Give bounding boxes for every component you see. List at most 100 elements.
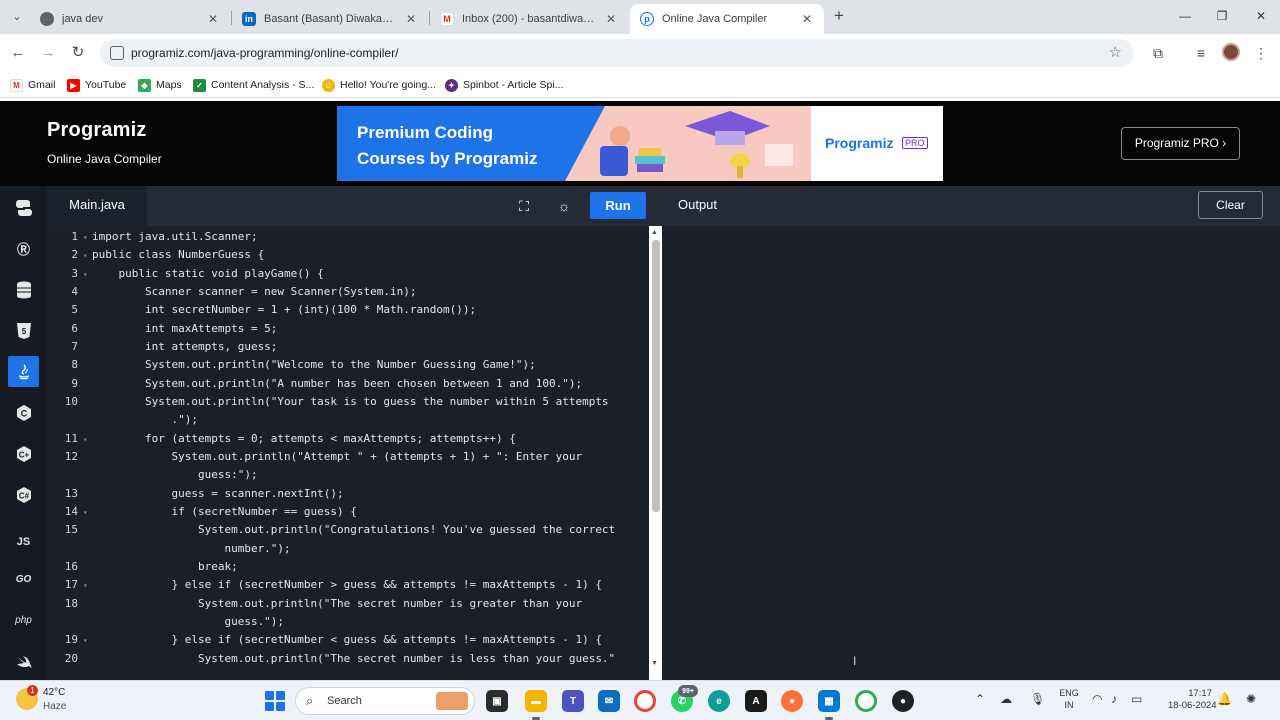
fold-arrow-icon[interactable]: ▾	[78, 229, 92, 247]
code-line[interactable]: number.");	[47, 540, 290, 558]
scroll-down-arrow-icon[interactable]: ▼	[651, 660, 658, 667]
code-text[interactable]: System.out.println("The secret number is…	[92, 652, 615, 665]
code-text[interactable]: for (attempts = 0; attempts < maxAttempt…	[92, 432, 516, 445]
javascript-icon[interactable]: JS	[8, 526, 39, 557]
code-line[interactable]: 17 ▾ } else if (secretNumber > guess && …	[47, 576, 602, 594]
reading-list-icon[interactable]: ≡	[1191, 43, 1211, 63]
chrome-profile-icon[interactable]: ●	[892, 690, 914, 712]
code-text[interactable]: int secretNumber = 1 + (int)(100 * Math.…	[92, 303, 476, 316]
tab-search-icon[interactable]: ⌄	[8, 8, 26, 26]
code-text[interactable]: break;	[92, 560, 238, 573]
code-text[interactable]: System.out.println("Attempt " + (attempt…	[92, 450, 582, 463]
c-icon[interactable]: C	[8, 397, 39, 428]
theme-toggle-icon[interactable]: ☼	[554, 196, 574, 216]
code-editor[interactable]: 1 ▾ import java.util.Scanner; 2 ▾ public cl…	[47, 226, 662, 680]
code-line[interactable]: 5 int secretNumber = 1 + (int)(100 * Mat…	[47, 301, 476, 319]
code-text[interactable]: System.out.println("The secret number is…	[92, 597, 582, 610]
code-line[interactable]: 13 guess = scanner.nextInt();	[47, 485, 344, 503]
back-icon[interactable]: ←	[8, 43, 28, 63]
code-text[interactable]: int attempts, guess;	[92, 340, 277, 353]
programiz-logo[interactable]: Programiz	[47, 119, 147, 142]
cpp-icon[interactable]: C+	[8, 438, 39, 469]
copilot-icon[interactable]: ✺	[1246, 692, 1256, 706]
reload-icon[interactable]: ↻	[68, 43, 88, 63]
code-line[interactable]: 16 break;	[47, 558, 238, 576]
forward-icon[interactable]: →	[38, 43, 58, 63]
code-line[interactable]: guess.");	[47, 613, 284, 631]
code-text[interactable]: Scanner scanner = new Scanner(System.in)…	[92, 285, 417, 298]
code-text[interactable]: System.out.println("Your task is to gues…	[92, 395, 609, 408]
tab-java-dev[interactable]: java dev ✕	[30, 4, 230, 34]
restore-icon[interactable]: ❐	[1209, 6, 1235, 26]
promo-banner[interactable]: Premium Coding Courses by Programiz Prog…	[337, 106, 943, 181]
weather-temperature[interactable]: 42°C	[43, 687, 65, 698]
code-text[interactable]: import java.util.Scanner;	[92, 230, 258, 243]
code-line[interactable]: 14 ▾ if (secretNumber == guess) {	[47, 503, 357, 521]
code-line[interactable]: 7 int attempts, guess;	[47, 338, 277, 356]
go-icon[interactable]: GO	[8, 564, 39, 595]
code-text[interactable]: System.out.println("Welcome to the Numbe…	[92, 358, 536, 371]
code-line[interactable]: 2 ▾ public class NumberGuess {	[47, 246, 264, 264]
code-line[interactable]: 11 ▾ for (attempts = 0; attempts < maxAt…	[47, 430, 516, 448]
code-line[interactable]: 3 ▾ public static void playGame() {	[47, 265, 323, 284]
microphone-icon[interactable]: 🎙	[1030, 692, 1045, 706]
sql-database-icon[interactable]	[8, 274, 39, 305]
notification-bell-icon[interactable]: 🔔	[1217, 692, 1232, 706]
code-text[interactable]: } else if (secretNumber < guess && attem…	[92, 633, 601, 646]
file-explorer-icon[interactable]: ▬	[525, 690, 547, 720]
bookmark-hello[interactable]: ☺ Hello! You're going...	[322, 76, 436, 94]
scroll-up-arrow-icon[interactable]: ▲	[651, 229, 658, 236]
site-info-icon[interactable]	[110, 46, 124, 60]
profile-avatar[interactable]	[1222, 43, 1240, 61]
swift-icon[interactable]	[8, 647, 39, 678]
code-line[interactable]: guess:");	[47, 466, 258, 484]
fold-arrow-icon[interactable]: ▾	[78, 632, 92, 650]
code-text[interactable]: System.out.println("Congratulations! You…	[92, 523, 615, 536]
language-indicator[interactable]: ENG IN	[1058, 687, 1080, 711]
code-text[interactable]: guess = scanner.nextInt();	[92, 487, 343, 500]
fold-arrow-icon[interactable]: ▾	[78, 247, 92, 265]
weather-condition[interactable]: Haze	[43, 701, 66, 712]
windows-start-icon[interactable]	[265, 691, 285, 711]
clock-time[interactable]: 17:17	[1180, 687, 1212, 700]
code-text[interactable]: if (secretNumber == guess) {	[92, 505, 356, 518]
tab-linkedin[interactable]: in Basant (Basant) Diwakar | LinkedIn ✕	[232, 4, 428, 34]
more-menu-icon[interactable]: ⋮	[1251, 43, 1271, 63]
code-line[interactable]: 12 System.out.println("Attempt " + (atte…	[47, 448, 582, 466]
bookmark-star-icon[interactable]: ☆	[1109, 43, 1122, 61]
code-line[interactable]: 10 System.out.println("Your task is to g…	[47, 393, 609, 411]
code-line[interactable]: 20 System.out.println("The secret number…	[47, 650, 615, 668]
tray-overflow-icon[interactable]: ⌃	[975, 692, 985, 706]
wifi-icon[interactable]: ◠	[1092, 692, 1102, 706]
csharp-icon[interactable]: C#	[8, 479, 39, 510]
onedrive-icon[interactable]: ☁	[1000, 692, 1012, 706]
code-line[interactable]: 9 System.out.println("A number has been …	[47, 375, 582, 393]
bookmark-gmail[interactable]: M Gmail	[10, 76, 55, 94]
code-line[interactable]: .");	[47, 411, 198, 429]
code-text[interactable]: guess.");	[92, 615, 284, 628]
file-tab-main-java[interactable]: Main.java	[47, 186, 147, 226]
programiz-pro-button[interactable]: Programiz PRO ›	[1121, 127, 1240, 160]
adobe-icon[interactable]: A	[745, 690, 767, 712]
code-text[interactable]: guess:");	[92, 468, 258, 481]
close-icon[interactable]: ✕	[206, 12, 220, 26]
close-icon[interactable]: ✕	[404, 12, 418, 26]
code-text[interactable]: public class NumberGuess {	[92, 248, 264, 261]
run-button[interactable]: Run	[590, 192, 646, 219]
code-line[interactable]: 18 System.out.println("The secret number…	[47, 595, 582, 613]
bookmark-spinbot[interactable]: ✦ Spinbot - Article Spi...	[445, 76, 563, 94]
code-line[interactable]: 19 ▾ } else if (secretNumber < guess && …	[47, 631, 602, 649]
code-line[interactable]: 4 Scanner scanner = new Scanner(System.i…	[47, 283, 417, 301]
fold-arrow-icon[interactable]: ▾	[78, 577, 92, 595]
r-icon[interactable]: Ⓡ	[8, 233, 39, 264]
address-bar[interactable]: programiz.com/java-programming/online-co…	[100, 39, 1134, 67]
store-icon[interactable]: ▦	[818, 690, 840, 720]
fold-arrow-icon[interactable]: ▾	[78, 266, 92, 284]
output-console[interactable]	[662, 226, 1280, 680]
code-line[interactable]: 15 System.out.println("Congratulations! …	[47, 521, 615, 539]
fullscreen-icon[interactable]: ⛶	[514, 196, 534, 216]
tab-gmail[interactable]: M Inbox (200) - basantdiwaker@gmail.com …	[430, 4, 628, 34]
mail-icon[interactable]: ✉	[598, 690, 620, 712]
extensions-icon[interactable]: ⧉	[1148, 43, 1168, 63]
clock-date[interactable]: 18-06-2024	[1168, 700, 1217, 711]
